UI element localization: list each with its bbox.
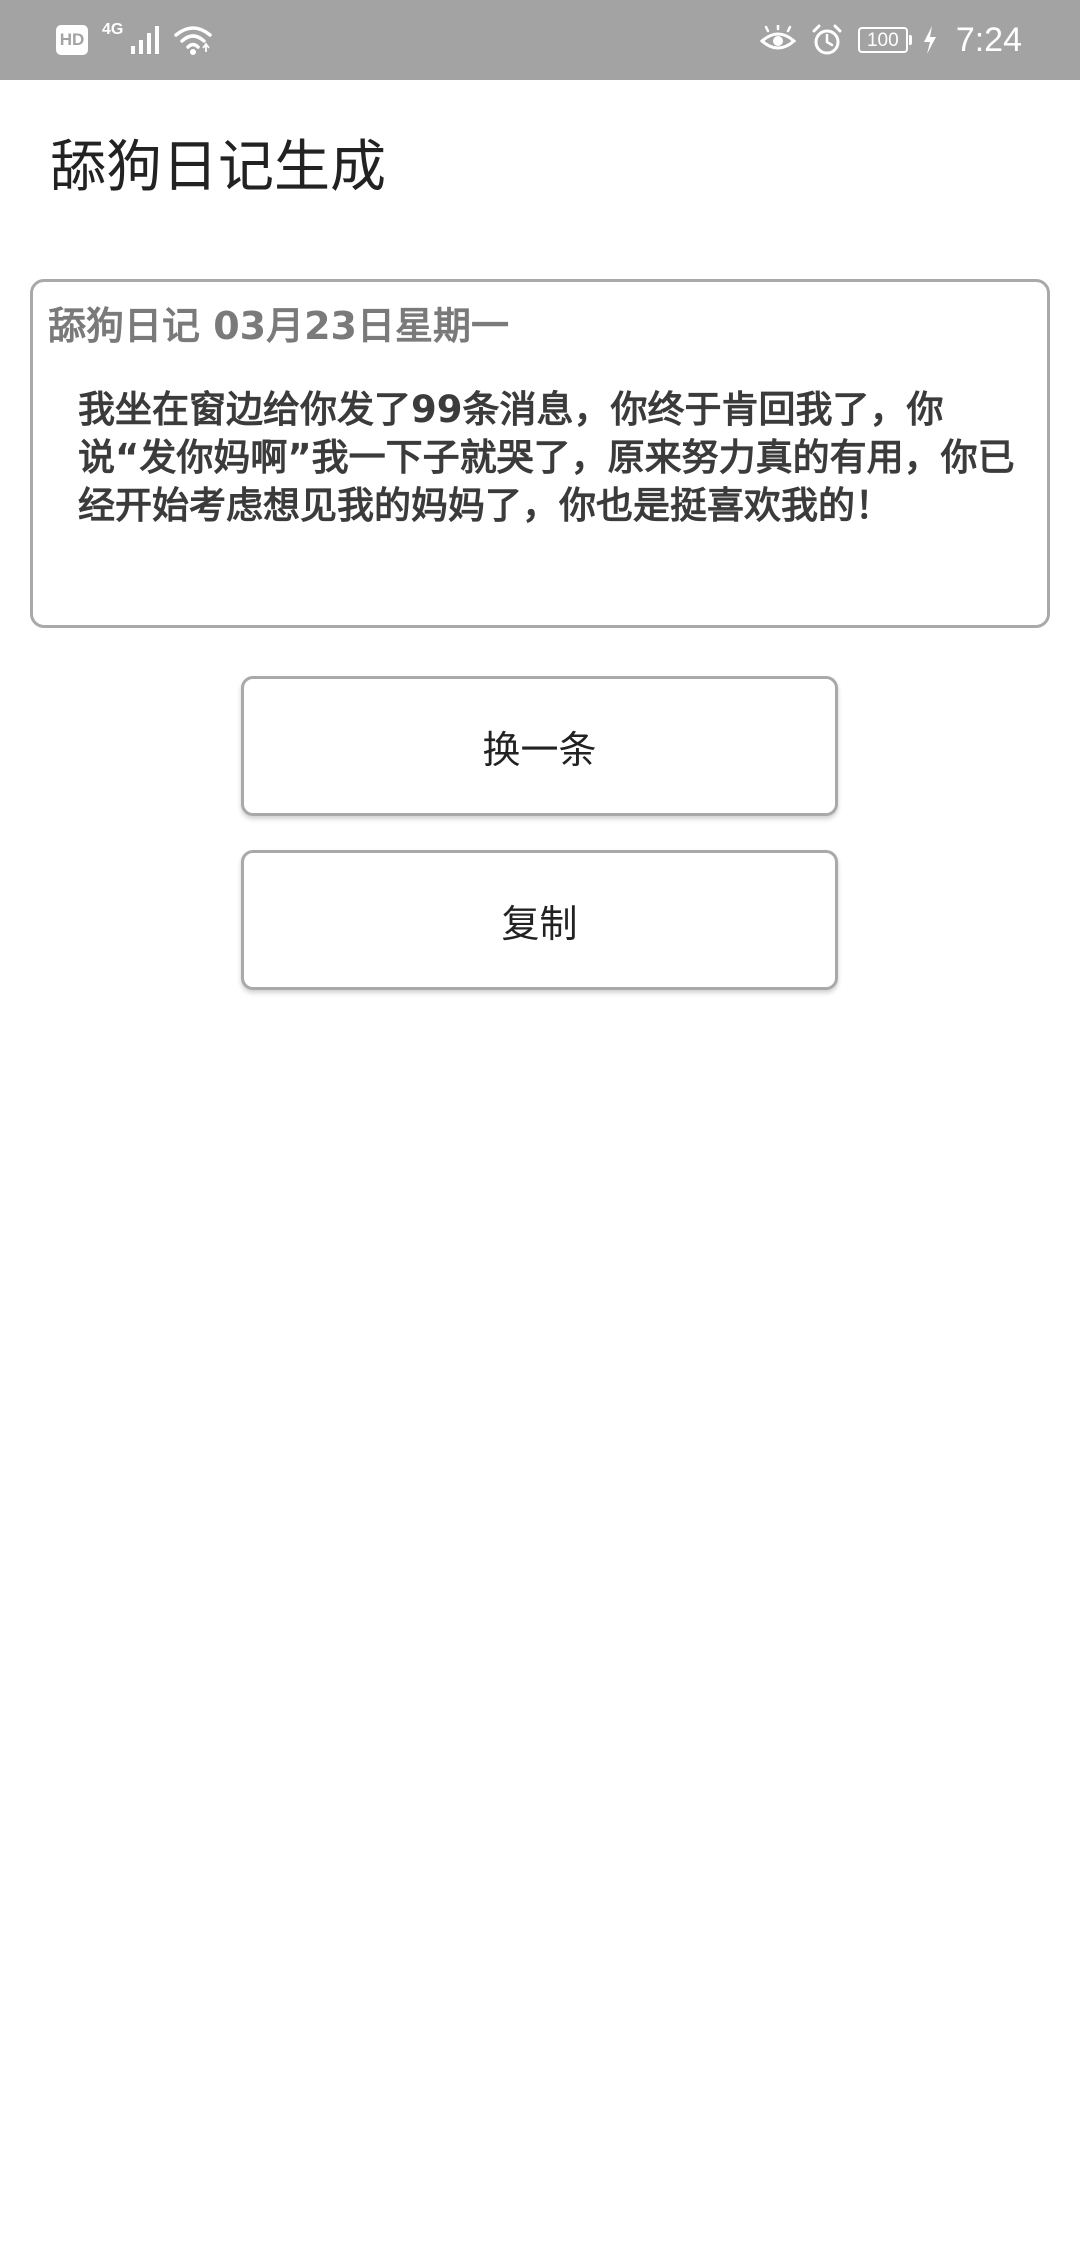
next-diary-button[interactable]: 换一条	[241, 676, 838, 816]
battery-icon: 100	[857, 27, 912, 53]
status-clock: 7:24	[955, 20, 1022, 59]
charging-bolt-icon	[922, 25, 938, 55]
network-type-label: 4G	[102, 21, 124, 38]
diary-card: 舔狗日记 03月23日星期一 我坐在窗边给你发了99条消息，你终于肯回我了，你说…	[30, 279, 1050, 628]
copy-button[interactable]: 复制	[241, 850, 838, 990]
app-screen: HD 4G 100 7:24 舔狗日记生成 舔狗日记 03月23日星期一 我坐在…	[0, 0, 1080, 2244]
status-bar-left: HD 4G	[56, 18, 213, 62]
page-title: 舔狗日记生成	[50, 135, 386, 200]
signal-strength-icon	[129, 24, 163, 56]
diary-date-header: 舔狗日记 03月23日星期一	[48, 304, 509, 348]
status-bar-right: 100 7:24	[759, 14, 1022, 66]
alarm-clock-icon	[810, 23, 844, 57]
diary-content: 我坐在窗边给你发了99条消息，你终于肯回我了，你说“发你妈啊”我一下子就哭了，原…	[78, 388, 1015, 527]
wifi-icon	[173, 24, 213, 56]
status-bar: HD 4G 100 7:24	[0, 0, 1080, 80]
eye-comfort-icon	[759, 25, 796, 55]
hd-voice-badge: HD	[56, 25, 88, 55]
